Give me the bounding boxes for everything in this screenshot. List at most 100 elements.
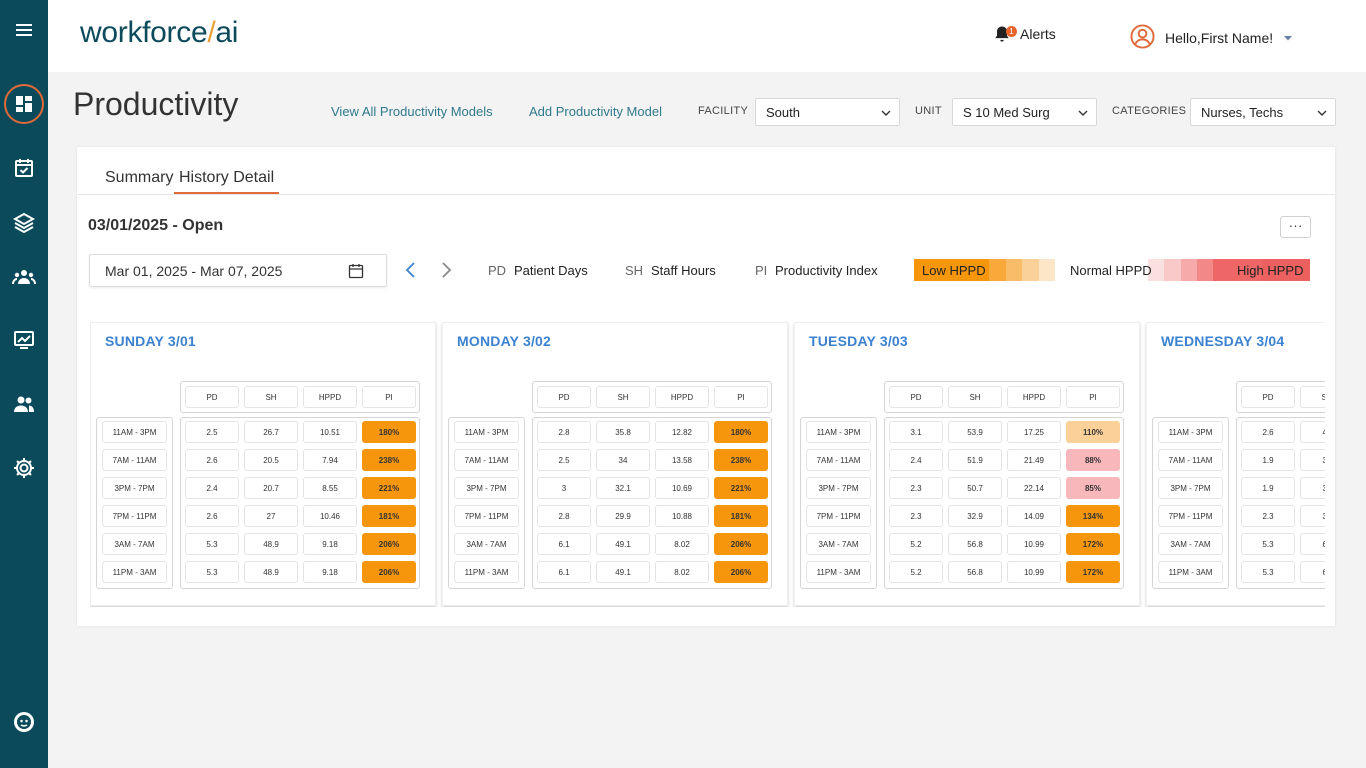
- column-header-pi: PI: [1066, 386, 1120, 408]
- pi-cell[interactable]: 238%: [362, 449, 416, 471]
- chevron-down-icon: [881, 110, 891, 116]
- pd-cell: 2.3: [1241, 505, 1295, 527]
- hppd-scale-segment: [989, 259, 1006, 281]
- sh-cell: 20.5: [244, 449, 298, 471]
- report-icon[interactable]: [0, 315, 48, 363]
- hppd-cell: 8.02: [655, 533, 709, 555]
- facility-label: FACILITY: [698, 105, 749, 117]
- time-slot-label: 3AM - 7AM: [806, 533, 871, 555]
- hppd-cell: 10.88: [655, 505, 709, 527]
- view-all-productivity-models-link[interactable]: View All Productivity Models: [331, 104, 493, 119]
- date-range-value: Mar 01, 2025 - Mar 07, 2025: [105, 263, 283, 279]
- workforce-ai-logo[interactable]: workforce/ai: [80, 16, 238, 50]
- more-options-button[interactable]: ···: [1280, 216, 1311, 238]
- tab-summary[interactable]: Summary: [105, 169, 173, 187]
- hppd-cell: 10.69: [655, 477, 709, 499]
- next-week-arrow-icon[interactable]: [439, 261, 453, 279]
- previous-week-arrow-icon[interactable]: [404, 261, 418, 279]
- pd-cell: 2.3: [889, 477, 943, 499]
- menu-icon[interactable]: [0, 6, 48, 54]
- add-productivity-model-link[interactable]: Add Productivity Model: [529, 104, 662, 119]
- pd-cell: 6.1: [537, 533, 591, 555]
- pd-cell: 1.9: [1241, 449, 1295, 471]
- day-title: SUNDAY 3/01: [105, 333, 196, 349]
- settings-icon[interactable]: [0, 444, 48, 492]
- legend-pd-abbr: PD: [488, 263, 507, 278]
- time-slot-label: 7PM - 11PM: [102, 505, 167, 527]
- day-card: MONDAY 3/02 PD SH HPPD PI 11AM - 3PM 7AM - 11A…: [442, 322, 788, 606]
- time-slot-label: 3AM - 7AM: [102, 533, 167, 555]
- pi-cell[interactable]: 180%: [714, 421, 768, 443]
- team-icon[interactable]: [0, 253, 48, 301]
- values-grid: 3.1 53.9 17.25 110% 2.4 51.9 21.49 88% 2.3 50.7 22…: [884, 417, 1124, 589]
- tab-bar: Summary History Detail: [77, 147, 1335, 195]
- unit-value: S 10 Med Surg: [963, 105, 1050, 120]
- hppd-cell: 8.55: [303, 477, 357, 499]
- bell-icon: 1: [992, 24, 1017, 44]
- normal-hppd-label: Normal HPPD: [1070, 263, 1152, 278]
- pd-cell: 6.1: [537, 561, 591, 583]
- pi-cell[interactable]: 181%: [362, 505, 416, 527]
- pd-cell: 3.1: [889, 421, 943, 443]
- facility-select[interactable]: South: [755, 98, 900, 126]
- pi-cell[interactable]: 206%: [362, 561, 416, 583]
- pd-cell: 2.5: [537, 449, 591, 471]
- calendar-icon[interactable]: [348, 263, 364, 279]
- pi-cell[interactable]: 180%: [362, 421, 416, 443]
- support-icon[interactable]: [0, 698, 48, 746]
- tab-history-detail[interactable]: History Detail: [174, 169, 280, 194]
- time-slot-label: 3AM - 7AM: [454, 533, 519, 555]
- time-slot-label: 3PM - 7PM: [454, 477, 519, 499]
- day-title: MONDAY 3/02: [457, 333, 552, 349]
- pd-cell: 2.6: [1241, 421, 1295, 443]
- time-slot-label: 7AM - 11AM: [102, 449, 167, 471]
- user-menu[interactable]: Hello,First Name!: [1130, 24, 1293, 52]
- hppd-cell: 7.94: [303, 449, 357, 471]
- hppd-cell: 8.02: [655, 561, 709, 583]
- day-card: WEDNESDAY 3/04 PDSHHPPDPI 11AM - 3PM 7AM - …: [1146, 322, 1325, 606]
- pi-cell[interactable]: 172%: [1066, 533, 1120, 555]
- date-range-picker[interactable]: Mar 01, 2025 - Mar 07, 2025: [89, 254, 387, 287]
- time-slot-label: 7AM - 11AM: [806, 449, 871, 471]
- pi-cell[interactable]: 172%: [1066, 561, 1120, 583]
- time-slot-label: 3PM - 7PM: [102, 477, 167, 499]
- pi-cell[interactable]: 206%: [714, 561, 768, 583]
- column-header-pd: PD: [185, 386, 239, 408]
- pi-cell[interactable]: 206%: [362, 533, 416, 555]
- logo-main: workforce: [80, 16, 208, 49]
- calendar-check-icon[interactable]: [0, 144, 48, 192]
- pi-cell[interactable]: 134%: [1066, 505, 1120, 527]
- hppd-cell: 21.49: [1007, 449, 1061, 471]
- dashboard-icon[interactable]: [0, 80, 48, 128]
- pd-cell: 2.4: [185, 477, 239, 499]
- time-slot-label: 11AM - 3PM: [806, 421, 871, 443]
- column-header-row: PDSHHPPDPI: [180, 381, 420, 413]
- pi-cell[interactable]: 88%: [1066, 449, 1120, 471]
- low-hppd-label: Low HPPD: [922, 263, 986, 278]
- pi-cell[interactable]: 110%: [1066, 421, 1120, 443]
- alerts-button[interactable]: 1 Alerts: [992, 24, 1056, 44]
- layers-icon[interactable]: [0, 198, 48, 246]
- time-slot-label: 7PM - 11PM: [1158, 505, 1223, 527]
- pd-cell: 2.4: [889, 449, 943, 471]
- pi-cell[interactable]: 238%: [714, 449, 768, 471]
- chevron-down-icon: [1078, 110, 1088, 116]
- pi-cell[interactable]: 181%: [714, 505, 768, 527]
- sh-cell: 29.9: [596, 505, 650, 527]
- sh-cell: 51.9: [948, 449, 1002, 471]
- pd-cell: 5.3: [1241, 561, 1295, 583]
- unit-select[interactable]: S 10 Med Surg: [952, 98, 1097, 126]
- legend-pi-text: Productivity Index: [775, 263, 878, 278]
- alerts-label: Alerts: [1020, 26, 1056, 42]
- column-header-pd: PD: [1241, 386, 1295, 408]
- column-header-pd: PD: [889, 386, 943, 408]
- pi-cell[interactable]: 221%: [362, 477, 416, 499]
- pi-cell[interactable]: 85%: [1066, 477, 1120, 499]
- people-icon[interactable]: [0, 380, 48, 428]
- column-header-pi: PI: [362, 386, 416, 408]
- pi-cell[interactable]: 206%: [714, 533, 768, 555]
- column-header-row: PDSHHPPDPI: [532, 381, 772, 413]
- pi-cell[interactable]: 221%: [714, 477, 768, 499]
- categories-select[interactable]: Nurses, Techs: [1190, 98, 1336, 126]
- time-slot-label: 7AM - 11AM: [1158, 449, 1223, 471]
